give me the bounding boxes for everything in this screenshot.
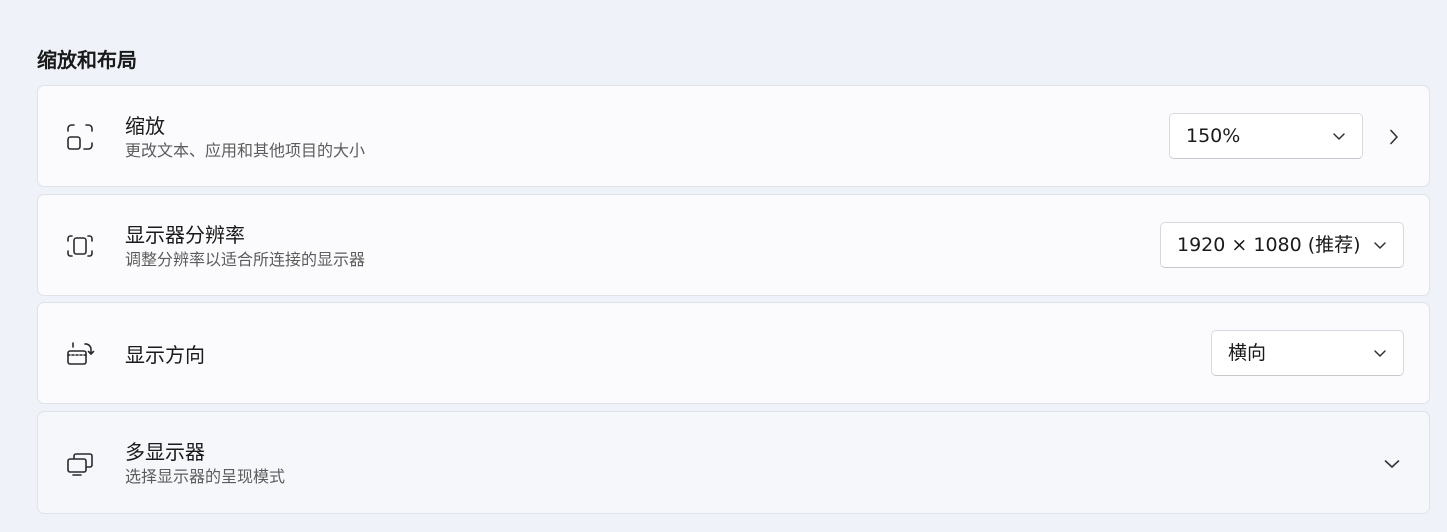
orientation-title: 显示方向 [125, 343, 205, 367]
scale-card: 缩放 更改文本、应用和其他项目的大小 150% [37, 85, 1430, 187]
orientation-card: 显示方向 横向 [37, 302, 1430, 404]
multiple-displays-subtitle: 选择显示器的呈现模式 [125, 467, 286, 486]
multiple-displays-card[interactable]: 多显示器 选择显示器的呈现模式 [37, 411, 1430, 514]
scale-icon [64, 121, 96, 153]
scale-title: 缩放 [125, 114, 165, 138]
multiple-displays-title: 多显示器 [125, 440, 205, 464]
resolution-dropdown[interactable]: 1920 × 1080 (推荐) [1160, 222, 1404, 268]
chevron-down-icon [1330, 127, 1348, 145]
orientation-dropdown[interactable]: 横向 [1211, 330, 1404, 376]
chevron-down-icon [1371, 344, 1389, 362]
scale-dropdown-value: 150% [1186, 125, 1241, 147]
orientation-dropdown-value: 横向 [1228, 342, 1267, 364]
chevron-down-icon [1371, 236, 1389, 254]
chevron-right-icon[interactable] [1384, 127, 1404, 147]
chevron-down-icon[interactable] [1382, 454, 1402, 474]
multiple-displays-icon [64, 447, 96, 479]
resolution-subtitle: 调整分辨率以适合所连接的显示器 [125, 250, 366, 269]
orientation-icon [64, 338, 96, 370]
scale-subtitle: 更改文本、应用和其他项目的大小 [125, 141, 366, 160]
resolution-title: 显示器分辨率 [125, 223, 245, 247]
resolution-card: 显示器分辨率 调整分辨率以适合所连接的显示器 1920 × 1080 (推荐) [37, 194, 1430, 296]
resolution-dropdown-value: 1920 × 1080 (推荐) [1177, 234, 1361, 256]
section-title: 缩放和布局 [37, 48, 137, 72]
scale-dropdown[interactable]: 150% [1169, 113, 1363, 159]
resolution-icon [64, 230, 96, 262]
